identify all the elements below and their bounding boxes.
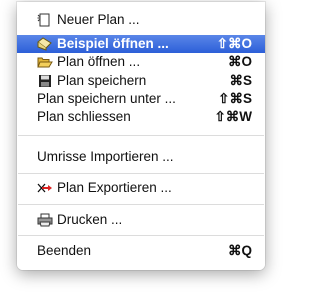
menu-item-open-plan[interactable]: Plan öffnen ... ⌘O (17, 53, 265, 71)
menu-item-shortcut: ⇧⌘W (214, 109, 252, 124)
menu-item-label: Umrisse Importieren ... (37, 149, 174, 164)
menu-item-save-plan-as[interactable]: Plan speichern unter ... ⇧⌘S (17, 90, 265, 108)
menu-separator (18, 235, 264, 236)
menu-item-import-outlines[interactable]: Umrisse Importieren ... (17, 148, 265, 166)
menu-item-save-plan[interactable]: Plan speichern ⌘S (17, 72, 265, 90)
menu-separator (18, 204, 264, 205)
export-icon (37, 181, 53, 195)
menu-item-label: Drucken ... (57, 212, 123, 227)
menu-separator (18, 135, 264, 136)
menu-item-shortcut: ⇧⌘S (218, 91, 252, 106)
menu-item-quit[interactable]: Beenden ⌘Q (17, 242, 265, 260)
menu-item-export-plan[interactable]: Plan Exportieren ... (17, 179, 265, 197)
menu-item-label: Neuer Plan ... (57, 12, 140, 27)
menu-separator (18, 173, 264, 174)
menu-item-shortcut: ⌘Q (227, 243, 252, 258)
menu-item-label: Plan schliessen (37, 109, 131, 124)
file-menu: Neuer Plan ... Beispiel öffnen ... ⇧⌘O P… (17, 2, 265, 270)
menu-item-print[interactable]: Drucken ... (17, 211, 265, 229)
menu-item-shortcut: ⌘S (229, 73, 252, 88)
open-folder-icon (37, 55, 53, 69)
printer-icon (37, 213, 53, 227)
menu-item-close-plan[interactable]: Plan schliessen ⇧⌘W (17, 108, 265, 126)
menu-item-shortcut: ⇧⌘O (216, 36, 252, 51)
menu-item-label: Plan speichern unter ... (37, 91, 176, 106)
menu-item-label: Plan speichern (57, 73, 147, 88)
menu-item-new-plan[interactable]: Neuer Plan ... (17, 11, 265, 29)
menu-item-label: Beispiel öffnen ... (57, 36, 169, 51)
new-document-icon (37, 13, 53, 27)
save-disk-icon (37, 74, 53, 88)
open-example-icon (37, 37, 53, 51)
menu-item-label: Plan öffnen ... (57, 54, 141, 69)
menu-item-shortcut: ⌘O (227, 54, 252, 69)
menu-item-label: Plan Exportieren ... (57, 180, 172, 195)
menu-item-open-example[interactable]: Beispiel öffnen ... ⇧⌘O (17, 35, 265, 53)
menu-item-label: Beenden (37, 243, 92, 258)
